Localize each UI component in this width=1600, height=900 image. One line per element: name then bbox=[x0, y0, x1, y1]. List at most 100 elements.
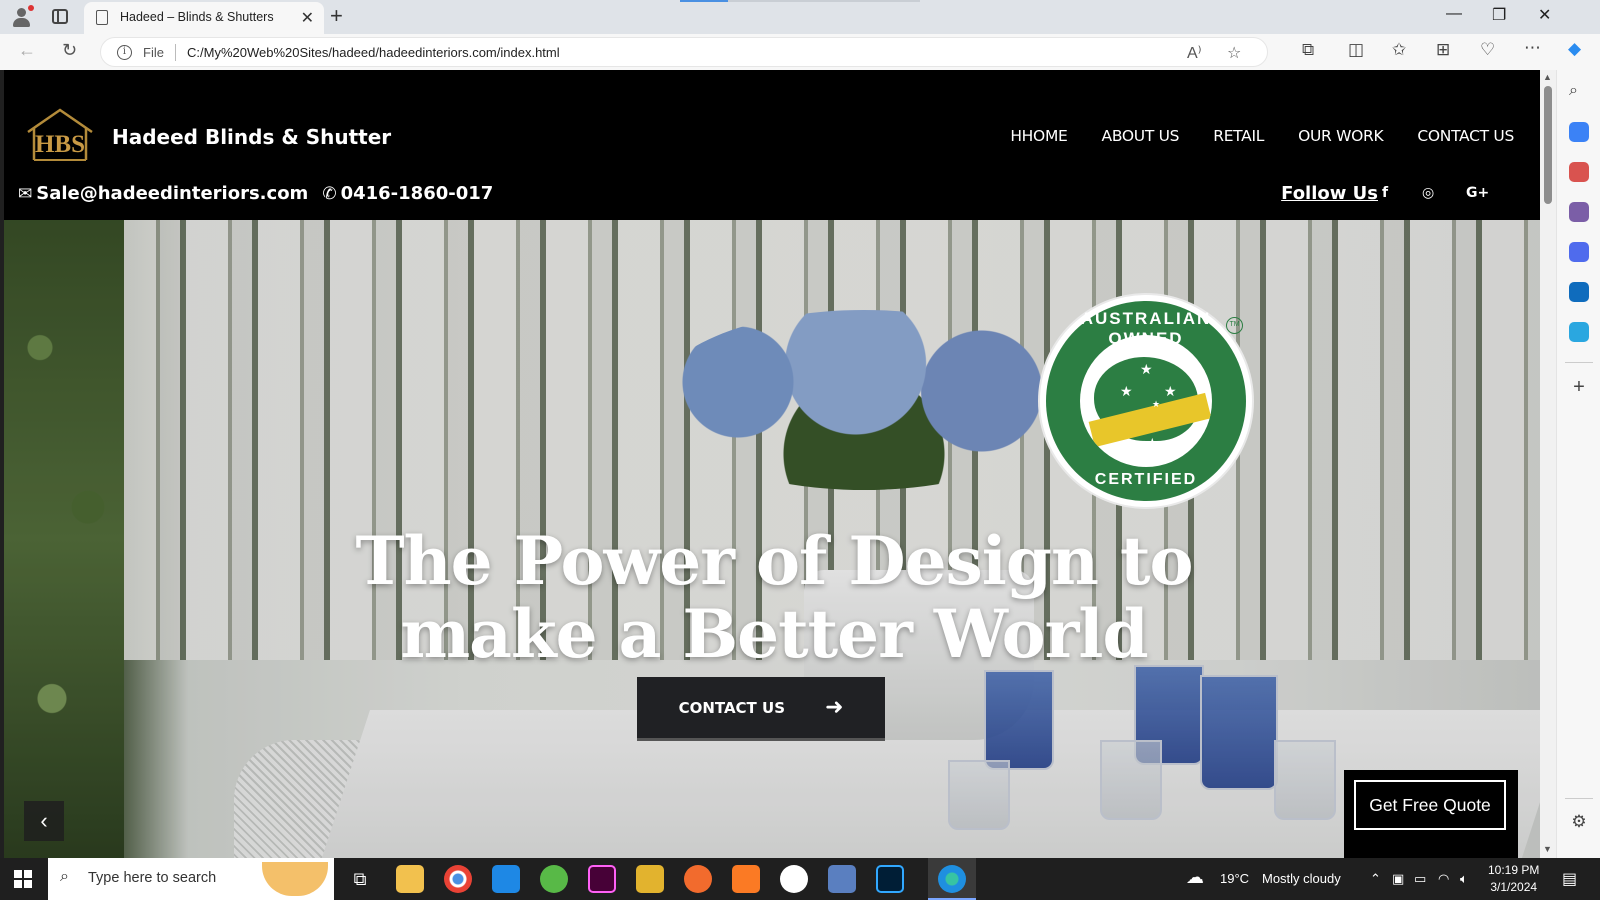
instagram-icon[interactable]: ◎ bbox=[1422, 185, 1434, 201]
taskbar-search[interactable]: ⌕ Type here to search bbox=[48, 858, 334, 900]
utorrent-icon[interactable] bbox=[540, 865, 568, 893]
website-viewport: HBS Hadeed Blinds & Shutter HHOME ABOUT … bbox=[4, 70, 1540, 858]
tab-close-icon[interactable]: ✕ bbox=[301, 8, 314, 28]
free-quote-box: Get Free Quote bbox=[1344, 770, 1518, 858]
search-icon[interactable]: ⌕ bbox=[1569, 82, 1589, 102]
windows-start-icon[interactable] bbox=[14, 870, 32, 888]
divider bbox=[175, 44, 176, 61]
star-icon: ★ bbox=[1140, 361, 1153, 377]
app-icon[interactable] bbox=[780, 865, 808, 893]
scrollbar-thumb[interactable] bbox=[1544, 86, 1552, 204]
google-plus-icon[interactable]: G+ bbox=[1466, 185, 1489, 201]
clock[interactable]: 10:19 PM 3/1/2024 bbox=[1488, 862, 1539, 896]
url-scheme: File bbox=[143, 45, 164, 60]
page-scrollbar[interactable]: ▲ ▼ bbox=[1540, 70, 1556, 858]
facebook-icon[interactable]: f bbox=[1382, 185, 1388, 201]
add-icon[interactable]: + bbox=[1569, 376, 1589, 398]
app-icon[interactable] bbox=[684, 865, 712, 893]
scroll-down-icon[interactable]: ▼ bbox=[1543, 844, 1552, 854]
logo-text: HBS bbox=[35, 131, 85, 158]
minimize-icon[interactable]: — bbox=[1446, 5, 1462, 23]
drop-icon[interactable] bbox=[1569, 322, 1589, 342]
copilot-icon[interactable]: ◆ bbox=[1568, 39, 1581, 59]
date: 3/1/2024 bbox=[1490, 880, 1538, 894]
page-icon bbox=[96, 10, 108, 25]
shopping-icon[interactable] bbox=[1569, 122, 1589, 142]
close-window-icon[interactable]: ✕ bbox=[1538, 5, 1551, 25]
phone-link[interactable]: ✆ 0416-1860-017 bbox=[322, 183, 493, 204]
nav-retail[interactable]: RETAIL bbox=[1213, 127, 1264, 145]
browser-tab-strip: Hadeed – Blinds & Shutters ✕ + — ❐ ✕ bbox=[0, 0, 1600, 34]
badge-inner: ★ ★ ★ ★ ★ bbox=[1080, 335, 1212, 467]
phone-text: 0416-1860-017 bbox=[340, 183, 494, 204]
xampp-icon[interactable] bbox=[732, 865, 760, 893]
app-icon[interactable] bbox=[828, 865, 856, 893]
app-icon[interactable] bbox=[636, 865, 664, 893]
favorites-icon[interactable]: ✩ bbox=[1392, 40, 1406, 60]
email-text: Sale@hadeedinteriors.com bbox=[36, 183, 309, 204]
temperature: 19°C bbox=[1220, 871, 1250, 886]
address-bar[interactable]: i File C:/My%20Web%20Sites/hadeed/hadeed… bbox=[100, 37, 1268, 67]
meet-icon[interactable]: ▣ bbox=[1392, 871, 1404, 887]
australian-owned-badge: ★ ★ ★ ★ ★ AUSTRALIAN OWNED CERTIFIED TM bbox=[1040, 295, 1252, 507]
refresh-icon[interactable]: ↻ bbox=[62, 40, 77, 61]
read-aloud-icon[interactable]: A⁾ bbox=[1187, 43, 1202, 63]
back-icon[interactable]: ← bbox=[18, 40, 36, 61]
url-text[interactable]: C:/My%20Web%20Sites/hadeed/hadeedinterio… bbox=[187, 45, 560, 60]
tab-actions-icon[interactable] bbox=[52, 9, 68, 24]
nav-home[interactable]: HHOME bbox=[1010, 127, 1067, 145]
weather-icon[interactable]: ☁ bbox=[1186, 867, 1204, 888]
hbs-logo[interactable]: HBS bbox=[24, 106, 96, 166]
more-options-icon[interactable]: ⋯ bbox=[1524, 38, 1541, 58]
photoshop-icon[interactable] bbox=[876, 865, 904, 893]
edge-icon[interactable] bbox=[938, 865, 966, 893]
phone-icon: ✆ bbox=[322, 184, 337, 204]
file-explorer-icon[interactable] bbox=[396, 865, 424, 893]
get-free-quote-button[interactable]: Get Free Quote bbox=[1354, 780, 1506, 830]
chevron-up-icon[interactable]: ⌃ bbox=[1370, 871, 1381, 887]
nav-our-work[interactable]: OUR WORK bbox=[1298, 127, 1384, 145]
search-highlight-image bbox=[262, 862, 328, 896]
task-view-icon[interactable]: ⧉ bbox=[346, 865, 374, 893]
info-icon[interactable]: i bbox=[117, 45, 132, 60]
profile-icon[interactable] bbox=[10, 5, 34, 29]
star-icon: ★ bbox=[1120, 383, 1133, 399]
browser-tab[interactable]: Hadeed – Blinds & Shutters ✕ bbox=[84, 2, 324, 34]
trademark-mark: TM bbox=[1226, 317, 1243, 334]
slider-prev-button[interactable]: ‹ bbox=[24, 801, 64, 841]
new-tab-icon[interactable]: + bbox=[330, 3, 343, 29]
headline-line-2: make a Better World bbox=[400, 595, 1148, 673]
outlook-icon[interactable] bbox=[1569, 282, 1589, 302]
extensions-icon[interactable]: ⧉ bbox=[1302, 40, 1314, 60]
brand-name[interactable]: Hadeed Blinds & Shutter bbox=[112, 125, 391, 149]
adobe-xd-icon[interactable] bbox=[588, 865, 616, 893]
weather-text: Mostly cloudy bbox=[1262, 871, 1341, 886]
vscode-icon[interactable] bbox=[492, 865, 520, 893]
chrome-icon[interactable] bbox=[444, 865, 472, 893]
nav-contact-us[interactable]: CONTACT US bbox=[1417, 127, 1514, 145]
windows-taskbar: ⌕ Type here to search ⧉ ☁ 19°C Mostly cl… bbox=[0, 858, 1600, 900]
microsoft-365-icon[interactable] bbox=[1569, 242, 1589, 262]
split-screen-icon[interactable]: ◫ bbox=[1348, 40, 1364, 60]
battery-icon[interactable]: ▭ bbox=[1414, 871, 1426, 887]
collections-icon[interactable]: ⊞ bbox=[1436, 40, 1450, 60]
tools-icon[interactable] bbox=[1569, 162, 1589, 182]
favorite-star-icon[interactable]: ☆ bbox=[1227, 43, 1241, 63]
settings-gear-icon[interactable]: ⚙ bbox=[1569, 812, 1589, 832]
nav-about-us[interactable]: ABOUT US bbox=[1102, 127, 1180, 145]
notifications-icon[interactable]: ▤ bbox=[1562, 869, 1577, 889]
scroll-up-icon[interactable]: ▲ bbox=[1543, 72, 1552, 82]
hero-slider: ★ ★ ★ ★ ★ AUSTRALIAN OWNED CERTIFIED TM … bbox=[4, 220, 1540, 858]
email-link[interactable]: ✉ Sale@hadeedinteriors.com bbox=[18, 183, 308, 204]
games-icon[interactable] bbox=[1569, 202, 1589, 222]
restore-icon[interactable]: ❐ bbox=[1492, 5, 1506, 25]
wifi-icon[interactable]: ◠ bbox=[1438, 871, 1449, 887]
badge-bottom-text: CERTIFIED bbox=[1094, 471, 1198, 488]
volume-icon[interactable]: 🔈︎ bbox=[1460, 871, 1468, 887]
arrow-right-icon: ➜ bbox=[825, 695, 844, 720]
site-header: HBS Hadeed Blinds & Shutter HHOME ABOUT … bbox=[4, 70, 1540, 220]
time: 10:19 PM bbox=[1488, 863, 1540, 877]
browser-essentials-icon[interactable]: ♡ bbox=[1480, 40, 1495, 60]
hero-contact-button[interactable]: CONTACT US ➜ bbox=[637, 677, 885, 741]
address-bar-row: ← ↻ i File C:/My%20Web%20Sites/hadeed/ha… bbox=[0, 34, 1600, 70]
